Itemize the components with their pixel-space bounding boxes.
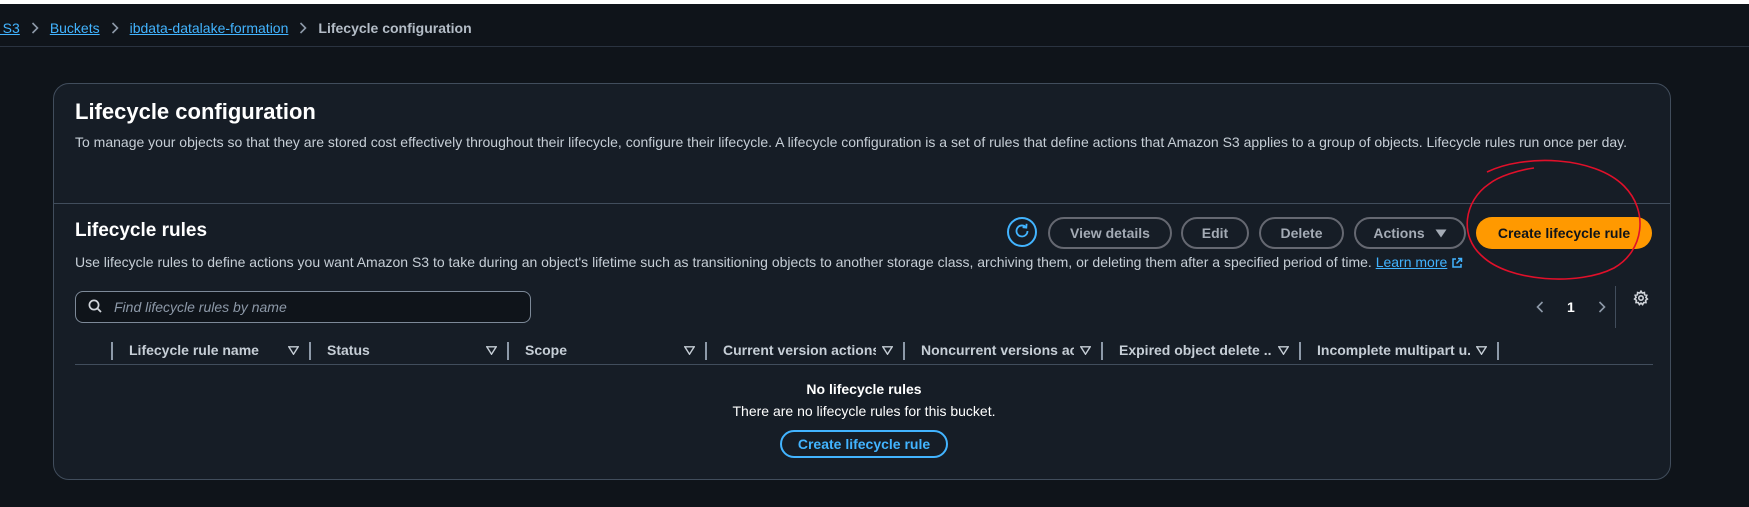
breadcrumb-current: Lifecycle configuration	[318, 20, 472, 36]
next-page-button[interactable]	[1594, 299, 1610, 315]
breadcrumb-buckets[interactable]: Buckets	[50, 20, 100, 36]
column-header-current-version-actions[interactable]: Current version actions	[707, 336, 903, 364]
pagination: 1	[1532, 292, 1610, 322]
table-preferences-button[interactable]	[1630, 288, 1652, 310]
edit-button[interactable]: Edit	[1181, 217, 1249, 249]
empty-state: No lifecycle rules There are no lifecycl…	[75, 379, 1653, 458]
lifecycle-rules-description: Use lifecycle rules to define actions yo…	[75, 254, 1463, 272]
column-header-label: Current version actions	[723, 342, 876, 358]
column-header-incomplete-multipart-uploads[interactable]: Incomplete multipart u...	[1301, 336, 1497, 364]
search-input[interactable]	[112, 298, 516, 316]
empty-state-description: There are no lifecycle rules for this bu…	[732, 403, 996, 419]
chevron-right-icon	[111, 22, 119, 34]
actions-dropdown[interactable]: Actions	[1354, 217, 1466, 249]
column-divider	[1497, 342, 1499, 360]
header-divider	[0, 46, 1749, 47]
chevron-right-icon	[1598, 301, 1606, 313]
delete-button[interactable]: Delete	[1259, 217, 1344, 249]
breadcrumb-bucket-name[interactable]: ibdata-datalake-formation	[130, 20, 289, 36]
current-page-number[interactable]: 1	[1567, 299, 1575, 315]
learn-more-link[interactable]: Learn more	[1376, 254, 1464, 270]
chevron-right-icon	[31, 22, 39, 34]
refresh-icon	[1013, 222, 1031, 243]
search-icon	[88, 299, 102, 316]
column-header-label: Incomplete multipart u...	[1317, 342, 1470, 358]
sort-icon	[882, 345, 893, 355]
view-details-button[interactable]: View details	[1048, 217, 1172, 249]
column-header-status[interactable]: Status	[311, 336, 507, 364]
empty-state-create-rule-button[interactable]: Create lifecycle rule	[780, 430, 948, 458]
sort-icon	[1080, 345, 1091, 355]
chevron-right-icon	[299, 22, 308, 34]
sort-icon	[486, 345, 497, 355]
column-header-expired-object-delete[interactable]: Expired object delete ...	[1103, 336, 1299, 364]
section-divider	[54, 203, 1670, 204]
external-link-icon	[1451, 256, 1463, 272]
table-header-row: Lifecycle rule name Status Scope Current…	[75, 336, 1653, 365]
lifecycle-configuration-panel: Lifecycle configuration To manage your o…	[53, 83, 1671, 480]
breadcrumb-s3[interactable]: n S3	[0, 20, 20, 36]
column-header-label: Scope	[525, 342, 568, 358]
page-title: Lifecycle configuration	[75, 99, 316, 124]
breadcrumb: n S3 Buckets ibdata-datalake-formation L…	[0, 18, 472, 38]
column-header-rule-name[interactable]: Lifecycle rule name	[113, 336, 309, 364]
lifecycle-rules-title: Lifecycle rules	[75, 220, 208, 241]
sort-icon	[1278, 345, 1289, 355]
chevron-left-icon	[1536, 301, 1544, 313]
gear-icon	[1633, 289, 1649, 309]
column-header-label: Noncurrent versions ac...	[921, 342, 1074, 358]
page-description: To manage your objects so that they are …	[75, 134, 1628, 150]
column-header-noncurrent-versions-actions[interactable]: Noncurrent versions ac...	[905, 336, 1101, 364]
actions-label: Actions	[1373, 225, 1425, 241]
search-field	[75, 291, 531, 323]
create-lifecycle-rule-button[interactable]: Create lifecycle rule	[1476, 217, 1652, 249]
lifecycle-rules-description-text: Use lifecycle rules to define actions yo…	[75, 254, 1372, 270]
learn-more-label: Learn more	[1375, 254, 1448, 270]
sort-icon	[1476, 345, 1487, 355]
sort-icon	[288, 345, 299, 355]
window-top-edge	[0, 0, 1749, 4]
sort-icon	[684, 345, 695, 355]
previous-page-button[interactable]	[1532, 299, 1548, 315]
pagination-divider	[1615, 286, 1616, 328]
refresh-button[interactable]	[1007, 217, 1037, 247]
caret-down-icon	[1435, 229, 1447, 238]
empty-state-title: No lifecycle rules	[806, 381, 922, 397]
column-header-label: Lifecycle rule name	[129, 342, 259, 358]
column-header-label: Status	[327, 342, 370, 358]
column-header-label: Expired object delete ...	[1119, 342, 1272, 358]
column-header-scope[interactable]: Scope	[509, 336, 705, 364]
